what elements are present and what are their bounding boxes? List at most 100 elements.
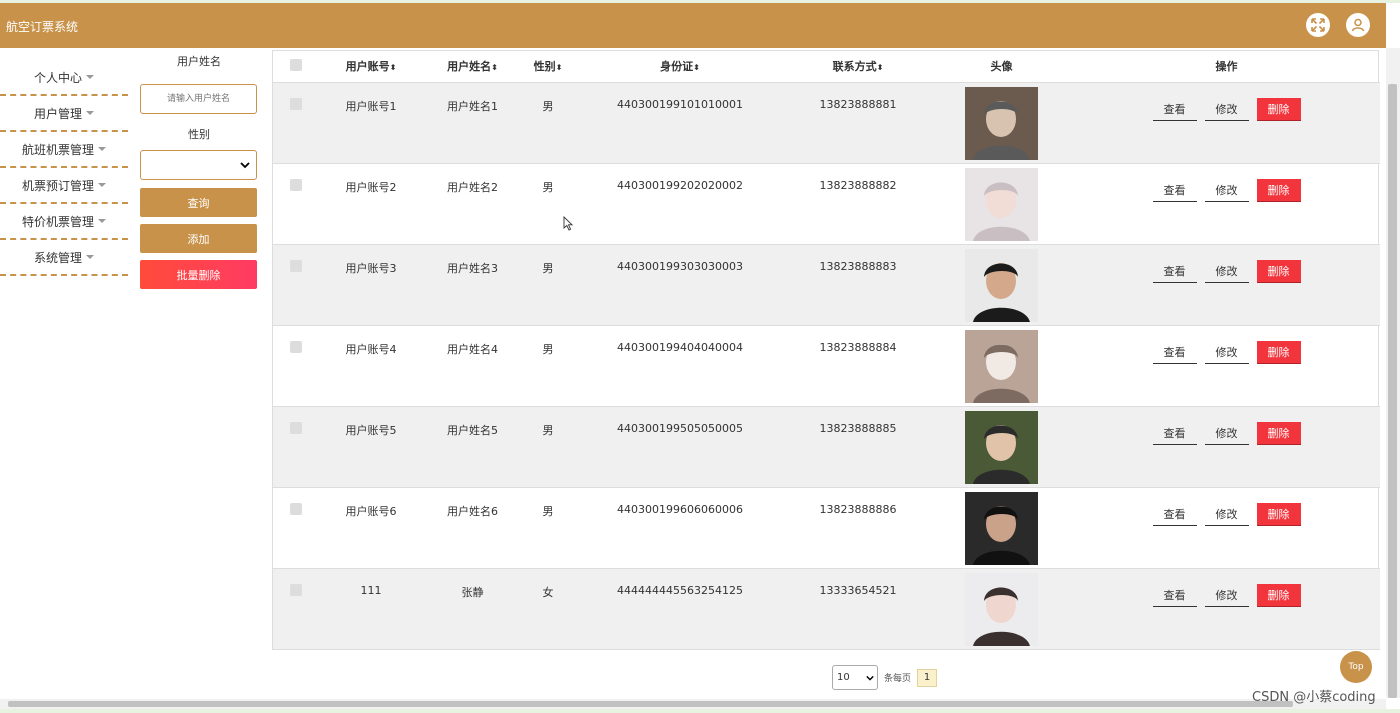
- row-checkbox[interactable]: [290, 97, 302, 110]
- gender-select[interactable]: [140, 150, 257, 180]
- cell-gender: 男: [522, 82, 574, 164]
- cell-name: 张静: [423, 568, 522, 650]
- user-button[interactable]: [1346, 13, 1370, 37]
- view-button[interactable]: 查看: [1152, 179, 1197, 202]
- sidebar-item-user-management[interactable]: 用户管理: [0, 96, 128, 132]
- cell-avatar: [930, 244, 1073, 326]
- cell-id-card: 444444445563254125: [574, 568, 786, 650]
- horizontal-scrollbar[interactable]: [0, 699, 1386, 709]
- delete-button[interactable]: 删除: [1256, 583, 1301, 607]
- cell-name: 用户姓名2: [423, 163, 522, 245]
- scrollbar-thumb[interactable]: [1388, 84, 1397, 698]
- column-header-gender[interactable]: 性别⬍: [522, 51, 574, 83]
- delete-button[interactable]: 删除: [1256, 421, 1301, 445]
- row-checkbox-cell: [273, 487, 319, 569]
- add-button[interactable]: 添加: [140, 224, 257, 253]
- cell-gender: 女: [522, 568, 574, 650]
- sort-icon: ⬍: [555, 63, 563, 73]
- cell-actions: 查看 修改 删除: [1073, 244, 1380, 326]
- edit-button[interactable]: 修改: [1204, 98, 1249, 121]
- cell-name: 用户姓名6: [423, 487, 522, 569]
- batch-delete-button[interactable]: 批量删除: [140, 260, 257, 289]
- fullscreen-icon: [1311, 18, 1325, 32]
- row-checkbox-cell: [273, 325, 319, 407]
- edit-button[interactable]: 修改: [1204, 260, 1249, 283]
- sidebar-item-system-management[interactable]: 系统管理: [0, 240, 128, 276]
- delete-button[interactable]: 删除: [1256, 178, 1301, 202]
- page-size-select[interactable]: 10: [832, 665, 878, 690]
- edit-button[interactable]: 修改: [1204, 341, 1249, 364]
- cell-avatar: [930, 568, 1073, 650]
- row-checkbox[interactable]: [290, 421, 302, 434]
- sidebar-item-label: 个人中心: [33, 70, 82, 85]
- view-button[interactable]: 查看: [1152, 584, 1197, 607]
- view-button[interactable]: 查看: [1152, 503, 1197, 526]
- edit-button[interactable]: 修改: [1204, 503, 1249, 526]
- mouse-cursor-icon: [563, 216, 573, 231]
- cell-gender: 男: [522, 163, 574, 245]
- column-header-avatar: 头像: [930, 51, 1073, 83]
- fullscreen-button[interactable]: [1306, 13, 1330, 37]
- select-all-cell: [273, 51, 319, 83]
- edit-button[interactable]: 修改: [1204, 422, 1249, 445]
- sidebar-item-label: 系统管理: [33, 250, 82, 265]
- avatar: [965, 410, 1038, 484]
- column-header-id-card[interactable]: 身份证⬍: [574, 51, 786, 83]
- select-all-checkbox[interactable]: [290, 58, 302, 71]
- column-header-name[interactable]: 用户姓名⬍: [423, 51, 522, 83]
- delete-button[interactable]: 删除: [1256, 340, 1301, 364]
- avatar: [965, 86, 1038, 160]
- scrollbar-thumb[interactable]: [8, 701, 1293, 707]
- page-number-button[interactable]: 1: [917, 668, 938, 687]
- edit-button[interactable]: 修改: [1204, 584, 1249, 607]
- name-search-input[interactable]: [140, 84, 257, 114]
- sidebar-item-personal-center[interactable]: 个人中心: [0, 60, 128, 96]
- caret-down-icon: [86, 255, 94, 259]
- cell-avatar: [930, 163, 1073, 245]
- row-checkbox-cell: [273, 163, 319, 245]
- sidebar-item-booking-management[interactable]: 机票预订管理: [0, 168, 128, 204]
- column-header-phone[interactable]: 联系方式⬍: [786, 51, 930, 83]
- vertical-scrollbar[interactable]: [1386, 48, 1400, 698]
- cell-phone: 13823888885: [786, 406, 930, 488]
- avatar: [965, 329, 1038, 403]
- column-header-actions: 操作: [1073, 51, 1380, 83]
- cell-name: 用户姓名4: [423, 325, 522, 407]
- row-checkbox[interactable]: [290, 340, 302, 353]
- avatar: [965, 248, 1038, 322]
- view-button[interactable]: 查看: [1152, 98, 1197, 121]
- row-checkbox[interactable]: [290, 178, 302, 191]
- delete-button[interactable]: 删除: [1256, 259, 1301, 283]
- row-checkbox[interactable]: [290, 583, 302, 596]
- cell-id-card: 440300199606060006: [574, 487, 786, 569]
- cell-actions: 查看 修改 删除: [1073, 487, 1380, 569]
- query-button[interactable]: 查询: [140, 188, 257, 217]
- cell-actions: 查看 修改 删除: [1073, 325, 1380, 407]
- column-header-account[interactable]: 用户账号⬍: [319, 51, 423, 83]
- back-to-top-button[interactable]: Top: [1340, 651, 1372, 683]
- cell-account: 111: [319, 568, 423, 650]
- cell-actions: 查看 修改 删除: [1073, 82, 1380, 164]
- delete-button[interactable]: 删除: [1256, 97, 1301, 121]
- delete-button[interactable]: 删除: [1256, 502, 1301, 526]
- row-checkbox[interactable]: [290, 502, 302, 515]
- sort-icon: ⬍: [491, 63, 498, 73]
- view-button[interactable]: 查看: [1152, 260, 1197, 283]
- cell-gender: 男: [522, 406, 574, 488]
- table-row: 用户账号6 用户姓名6 男 440300199606060006 13823888886…: [273, 487, 1380, 569]
- cell-avatar: [930, 82, 1073, 164]
- sidebar-item-special-ticket-management[interactable]: 特价机票管理: [0, 204, 128, 240]
- edit-button[interactable]: 修改: [1204, 179, 1249, 202]
- view-button[interactable]: 查看: [1152, 422, 1197, 445]
- sidebar-item-flight-ticket-management[interactable]: 航班机票管理: [0, 132, 128, 168]
- sidebar-item-label: 用户管理: [33, 106, 82, 121]
- caret-down-icon: [98, 183, 106, 187]
- row-checkbox[interactable]: [290, 259, 302, 272]
- view-button[interactable]: 查看: [1152, 341, 1197, 364]
- search-panel: 用户姓名 性别 查询 添加 批量删除: [140, 55, 258, 289]
- sidebar-item-label: 航班机票管理: [21, 142, 94, 157]
- table-row: 用户账号3 用户姓名3 男 440300199303030003 13823888883…: [273, 244, 1380, 326]
- cell-account: 用户账号2: [319, 163, 423, 245]
- cell-phone: 13823888883: [786, 244, 930, 326]
- sidebar-item-label: 特价机票管理: [21, 214, 94, 229]
